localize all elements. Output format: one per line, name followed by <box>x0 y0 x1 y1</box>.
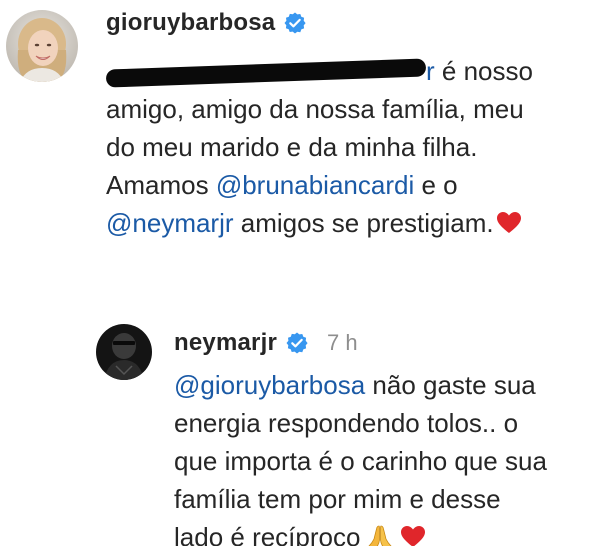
comment-line-text: lado é recíproco <box>174 522 361 546</box>
comment-gioruybarbosa: gioruybarbosa r é nosso amigo, amigo da … <box>0 0 600 260</box>
comment-line: amigo, amigo da nossa família, meu <box>106 94 524 124</box>
comment-neymarjr: neymarjr 7 h @gioruybarbosa não gaste su… <box>0 300 600 546</box>
comment-line: energia respondendo tolos.. o <box>174 408 519 438</box>
instagram-comments-screenshot: gioruybarbosa r é nosso amigo, amigo da … <box>0 0 600 546</box>
comment-line: família tem por mim e desse <box>174 484 501 514</box>
comment-line: lado é recíproco <box>174 518 590 546</box>
comment-line: que importa é o carinho que sua <box>174 446 547 476</box>
mention-link[interactable]: @neymarjr <box>106 208 234 238</box>
username-row-1: gioruybarbosa <box>106 6 307 40</box>
pray-emoji-icon <box>368 525 393 546</box>
username-neymarjr[interactable]: neymarjr <box>174 329 277 357</box>
redaction-bar <box>105 58 427 88</box>
verified-badge-icon <box>286 332 308 354</box>
username-row-2: neymarjr 7 h <box>174 326 358 360</box>
heart-emoji-icon <box>496 212 521 233</box>
mention-link[interactable]: @brunabiancardi <box>216 170 414 200</box>
heart-emoji-icon <box>401 526 426 546</box>
comment-line-text: não gaste sua <box>365 370 536 400</box>
woman-portrait-icon <box>6 10 78 82</box>
comment-line-text: é nosso <box>434 56 533 86</box>
comment-line: r é nosso <box>105 52 586 90</box>
man-portrait-icon <box>96 324 152 380</box>
comment-line: do meu marido e da minha filha. <box>106 132 478 162</box>
comment-text-2: @gioruybarbosa não gaste sua energia res… <box>174 366 590 546</box>
comment-text-1: r é nosso amigo, amigo da nossa família,… <box>105 52 586 242</box>
comment-line: @gioruybarbosa não gaste sua <box>174 366 590 404</box>
comment-line: Amamos @brunabiancardi e o <box>106 166 586 204</box>
redacted-mention-tail: r <box>426 56 435 86</box>
comment-timestamp: 7 h <box>327 330 358 355</box>
avatar-neymarjr[interactable] <box>96 324 152 380</box>
username-gioruybarbosa[interactable]: gioruybarbosa <box>106 9 275 37</box>
comment-line-text: Amamos <box>106 170 216 200</box>
avatar-gioruybarbosa[interactable] <box>6 10 78 82</box>
verified-badge-icon <box>284 12 306 34</box>
comment-line-text: e o <box>414 170 458 200</box>
mention-link[interactable]: @gioruybarbosa <box>174 370 365 400</box>
comment-line-text: amigos se prestigiam. <box>233 208 494 238</box>
comment-line: @neymarjr amigos se prestigiam. <box>106 204 586 242</box>
